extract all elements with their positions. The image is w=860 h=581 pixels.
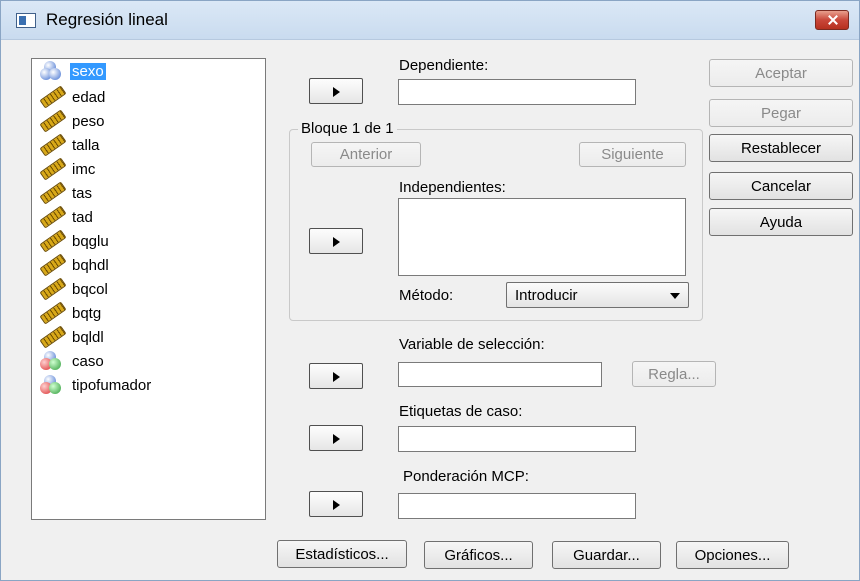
variable-label: bqcol — [72, 280, 108, 298]
variable-label: caso — [72, 352, 104, 370]
help-button[interactable]: Ayuda — [709, 208, 853, 236]
variable-label: bqhdl — [72, 256, 109, 274]
method-select-value: Introducir — [515, 286, 578, 304]
save-button[interactable]: Guardar... — [552, 541, 661, 569]
variable-item-peso[interactable]: peso — [39, 109, 107, 133]
rule-button[interactable]: Regla... — [632, 361, 716, 387]
selection-variable-field[interactable] — [398, 362, 602, 387]
variable-item-tad[interactable]: tad — [39, 205, 95, 229]
move-to-independents-button[interactable] — [309, 228, 363, 254]
ruler-icon — [39, 301, 67, 325]
variable-label: tad — [72, 208, 93, 226]
ruler-icon — [39, 109, 67, 133]
statistics-button[interactable]: Estadísticos... — [277, 540, 407, 568]
variable-item-bqldl[interactable]: bqldl — [39, 325, 106, 349]
title-bar: Regresión lineal — [1, 1, 859, 40]
close-button[interactable] — [815, 10, 849, 30]
variable-item-tas[interactable]: tas — [39, 181, 94, 205]
selection-variable-label: Variable de selección: — [399, 336, 545, 353]
wls-weight-field[interactable] — [398, 493, 636, 519]
ruler-icon — [39, 181, 67, 205]
paste-button[interactable]: Pegar — [709, 99, 853, 127]
ruler-icon — [39, 229, 67, 253]
variable-label: bqtg — [72, 304, 102, 322]
ruler-icon — [39, 157, 67, 181]
previous-block-button[interactable]: Anterior — [311, 142, 421, 167]
chevron-down-icon — [670, 293, 680, 299]
dependent-field[interactable] — [398, 79, 636, 105]
variable-item-talla[interactable]: talla — [39, 133, 102, 157]
options-button[interactable]: Opciones... — [676, 541, 789, 569]
case-labels-field[interactable] — [398, 426, 636, 452]
cancel-button[interactable]: Cancelar — [709, 172, 853, 200]
ruler-icon — [39, 205, 67, 229]
variable-item-caso[interactable]: caso — [40, 351, 106, 371]
move-to-selection-variable-button[interactable] — [309, 363, 363, 389]
variable-item-sexo[interactable]: sexo — [40, 61, 106, 81]
next-block-button[interactable]: Siguiente — [579, 142, 686, 167]
ruler-icon — [39, 277, 67, 301]
variable-item-imc[interactable]: imc — [39, 157, 97, 181]
reset-button[interactable]: Restablecer — [709, 134, 853, 162]
block-label: Bloque 1 de 1 — [298, 120, 397, 137]
variable-label: sexo — [70, 62, 106, 80]
nominal-balls-icon — [40, 61, 66, 81]
variable-label: tipofumador — [72, 376, 152, 394]
variable-item-edad[interactable]: edad — [39, 85, 107, 109]
variable-item-bqcol[interactable]: bqcol — [39, 277, 110, 301]
method-select[interactable]: Introducir — [506, 282, 689, 308]
move-to-dependent-button[interactable] — [309, 78, 363, 104]
ruler-icon — [39, 253, 67, 277]
plots-button[interactable]: Gráficos... — [424, 541, 533, 569]
variable-label: peso — [72, 112, 105, 130]
variable-item-bqglu[interactable]: bqglu — [39, 229, 111, 253]
window-title: Regresión lineal — [46, 10, 168, 29]
dependent-label: Dependiente: — [399, 57, 489, 74]
move-to-wls-weight-button[interactable] — [309, 491, 363, 517]
move-to-case-labels-button[interactable] — [309, 425, 363, 451]
variable-item-bqtg[interactable]: bqtg — [39, 301, 103, 325]
variable-label: tas — [72, 184, 93, 202]
independents-list[interactable] — [398, 198, 686, 276]
app-window-icon — [16, 13, 36, 28]
variable-item-tipofumador[interactable]: tipofumador — [40, 375, 153, 395]
nominal-balls-icon — [40, 375, 66, 395]
method-label: Método: — [399, 287, 454, 304]
variable-label: bqglu — [72, 232, 109, 250]
ruler-icon — [39, 133, 67, 157]
nominal-balls-icon — [40, 351, 66, 371]
linear-regression-dialog: Regresión lineal sexo edad peso talla im… — [0, 0, 860, 581]
variable-label: edad — [72, 88, 106, 106]
variable-label: talla — [72, 136, 100, 154]
case-labels-label: Etiquetas de caso: — [399, 403, 523, 420]
independents-label: Independientes: — [399, 179, 506, 196]
accept-button[interactable]: Aceptar — [709, 59, 853, 87]
variable-item-bqhdl[interactable]: bqhdl — [39, 253, 111, 277]
variable-label: bqldl — [72, 328, 104, 346]
wls-weight-label: Ponderación MCP: — [403, 468, 529, 485]
variable-label: imc — [72, 160, 96, 178]
ruler-icon — [39, 85, 67, 109]
variable-list[interactable]: sexo edad peso talla imc tas tad bqglu b… — [31, 58, 266, 520]
ruler-icon — [39, 325, 67, 349]
